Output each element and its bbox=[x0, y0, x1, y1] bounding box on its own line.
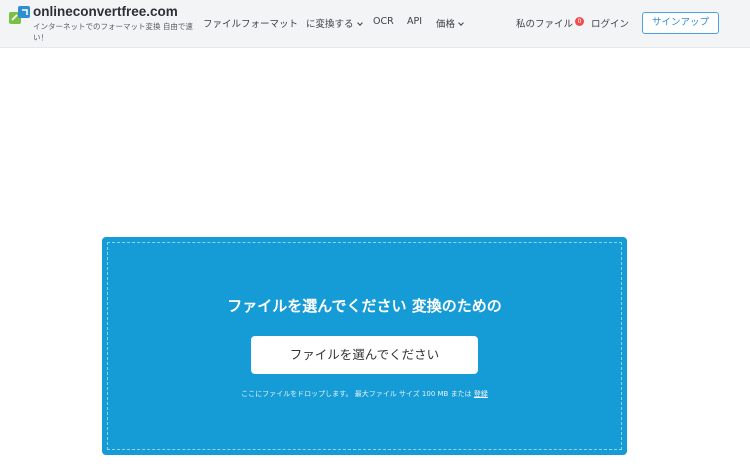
nav-my-files[interactable]: 私のファイル 0 bbox=[516, 16, 585, 30]
upload-dropzone[interactable]: ファイルを選んでください 変換のための ファイルを選んでください ここにファイル… bbox=[102, 237, 627, 455]
site-header: onlineconvertfree.com インターネットでのフォーマット変換 … bbox=[0, 0, 750, 48]
nav-file-formats-label: ファイルフォーマット bbox=[203, 19, 299, 30]
logo-text[interactable]: onlineconvertfree.com bbox=[33, 4, 178, 19]
nav-convert-label: に変換する bbox=[306, 19, 354, 30]
nav-pricing-dropdown[interactable]: 価格 bbox=[436, 16, 464, 30]
nav-convert-dropdown[interactable]: に変換する bbox=[306, 16, 363, 30]
upload-title: ファイルを選んでください 変換のための bbox=[227, 297, 502, 315]
choose-file-button[interactable]: ファイルを選んでください bbox=[251, 336, 478, 374]
logo-icon[interactable] bbox=[9, 5, 31, 25]
chevron-down-icon bbox=[458, 20, 464, 26]
drop-hint: ここにファイルをドロップします。 最大ファイル サイズ 100 MB または 登… bbox=[102, 389, 627, 399]
signup-button[interactable]: サインアップ bbox=[642, 12, 719, 34]
file-count-badge: 0 bbox=[575, 17, 585, 26]
register-link[interactable]: 登録 bbox=[474, 390, 488, 398]
nav-login[interactable]: ログイン bbox=[591, 16, 629, 30]
nav-pricing-label: 価格 bbox=[436, 19, 456, 30]
nav-api-label: API bbox=[407, 16, 423, 27]
nav-file-formats[interactable]: ファイルフォーマット bbox=[203, 16, 298, 30]
logo-tagline: インターネットでのフォーマット変換 自由で速い！ bbox=[33, 22, 193, 42]
nav-api[interactable]: API bbox=[407, 16, 422, 27]
nav-ocr-label: OCR bbox=[373, 16, 394, 27]
nav-my-files-label: 私のファイル bbox=[516, 19, 574, 30]
drop-hint-text: ここにファイルをドロップします。 最大ファイル サイズ 100 MB または bbox=[241, 390, 472, 398]
chevron-down-icon bbox=[356, 20, 363, 26]
nav-ocr[interactable]: OCR bbox=[373, 16, 394, 27]
nav-login-label: ログイン bbox=[591, 19, 630, 30]
